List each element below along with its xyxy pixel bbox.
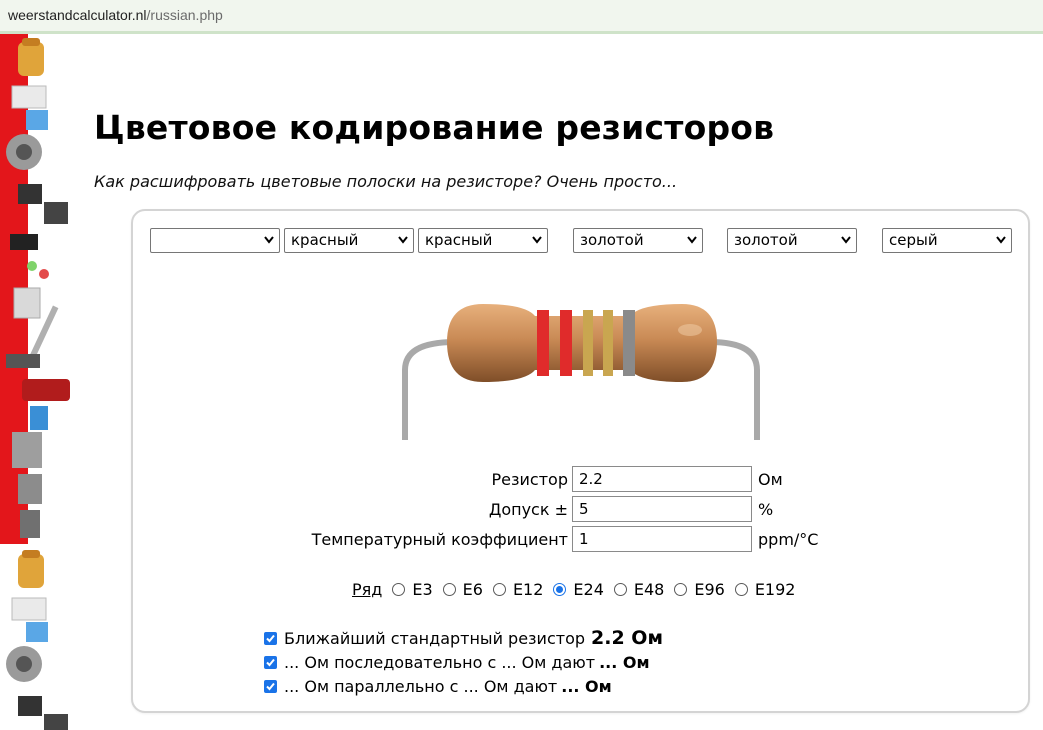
series-radio-e96[interactable] [674,582,688,596]
serial-text: ... Ом последовательно с ... Ом дают [284,653,596,672]
checkmark-icon [266,658,275,667]
multiplier-select-wrap: золотой [573,228,703,253]
series-radio-label: E48 [633,579,665,599]
resistance-unit: Ом [758,470,783,489]
resistor-illustration [402,304,760,440]
page-title: Цветовое кодирование резисторов [94,108,775,147]
nearest-standard-text: Ближайший стандартный резистор [284,628,586,648]
band-4-stripe [603,310,613,376]
tempco-select[interactable]: серый [882,228,1012,253]
series-radio-label: E96 [694,579,725,599]
series-radio-label: E6 [462,579,483,599]
url-path: /russian.php [146,7,223,23]
series-radio-e192[interactable] [734,582,748,596]
series-radio-label: E3 [412,579,433,599]
band-3-select[interactable]: красный [418,228,548,253]
series-radio-e48[interactable] [613,582,627,596]
series-radio-label: E192 [754,579,796,599]
checkmark-icon [266,682,275,691]
series-radio-label: E12 [512,579,544,599]
series-radio-e6[interactable] [442,582,456,596]
series-radio-e12[interactable] [492,582,506,596]
right-lead [709,339,760,440]
series-radio-group: Ряд E3 E6 E12 E24 E48 E96 E192 [352,578,805,600]
band-2-select[interactable]: красный [284,228,414,253]
serial-checkbox[interactable] [264,656,277,669]
address-bar[interactable]: weerstandcalculator.nl/russian.php [0,0,1043,34]
band-2-select-wrap: красный [284,228,414,253]
series-radio-e24[interactable] [553,582,567,596]
series-label: Ряд [352,579,383,599]
tolerance-unit: % [758,500,774,519]
band-5-stripe [623,310,635,376]
band-1-stripe [537,310,549,376]
parallel-text: ... Ом параллельно с ... Ом дают [284,677,558,696]
tempco-input[interactable] [572,526,752,552]
band-3-stripe [583,310,593,376]
series-radio-e3[interactable] [392,582,406,596]
resistance-input[interactable] [572,466,752,492]
checkmark-icon [266,634,275,642]
tempco-unit: ppm/°C [758,530,819,549]
band-1-select-wrap [150,228,280,253]
resistance-label: Резистор [491,470,568,489]
tolerance-select-wrap: золотой [727,228,857,253]
series-options: E3 E6 E12 E24 E48 E96 E192 [392,580,805,599]
tolerance-select[interactable]: золотой [727,228,857,253]
parallel-row: ... Ом параллельно с ... Ом дают ... Ом [264,677,612,696]
nearest-standard-value: 2.2 Ом [591,627,663,649]
multiplier-select[interactable]: золотой [573,228,703,253]
parallel-checkbox[interactable] [264,680,277,693]
band-1-select[interactable] [150,228,280,253]
tolerance-label: Допуск ± [488,500,568,519]
components-illustration [0,34,75,730]
resistor-body [447,304,717,382]
series-radio-label: E24 [573,579,604,599]
page-subtitle: Как расшифровать цветовые полоски на рез… [94,172,678,191]
tempco-label: Температурный коэффициент [311,530,568,549]
band-3-select-wrap: красный [418,228,548,253]
url-host: weerstandcalculator.nl [8,7,147,23]
nearest-standard-row: Ближайший стандартный резистор 2.2 Ом [264,627,663,649]
serial-value: ... Ом [599,653,650,672]
parallel-value: ... Ом [561,677,612,696]
serial-row: ... Ом последовательно с ... Ом дают ...… [264,653,650,672]
left-lead [402,339,456,440]
decorative-components-strip [0,34,75,730]
band-2-stripe [560,310,572,376]
tolerance-input[interactable] [572,496,752,522]
nearest-standard-checkbox[interactable] [264,631,277,645]
tempco-select-wrap: серый [882,228,1012,253]
